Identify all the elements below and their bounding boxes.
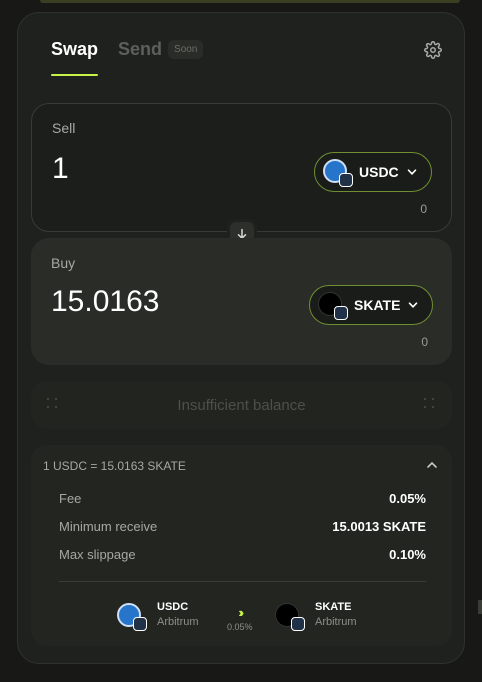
sell-amount-input[interactable]: 1 xyxy=(52,152,69,186)
detail-row-minimum-receive: Minimum receive 15.0013 SKATE xyxy=(59,519,426,534)
sell-label: Sell xyxy=(52,120,76,136)
insufficient-balance-label: Insufficient balance xyxy=(177,396,306,414)
scrollbar-edge xyxy=(478,600,482,614)
buy-card: Buy 15.0163 SKATE 0 xyxy=(31,238,452,365)
detail-row-fee: Fee 0.05% xyxy=(59,491,426,506)
sell-card: Sell 1 USDC 0 xyxy=(31,103,452,232)
insufficient-balance-button[interactable]: Insufficient balance xyxy=(31,381,452,429)
detail-value: 0.05% xyxy=(389,491,426,506)
tab-swap[interactable]: Swap xyxy=(51,39,99,76)
detail-key: Max slippage xyxy=(59,547,136,562)
route-to-symbol: SKATE xyxy=(315,601,352,613)
double-chevron-right-icon: ›› xyxy=(238,605,243,620)
swap-details: 1 USDC = 15.0163 SKATE Fee 0.05% Minimum… xyxy=(31,445,452,646)
arbitrum-badge-icon xyxy=(334,306,348,320)
divider xyxy=(59,581,426,582)
sell-token-selector[interactable]: USDC xyxy=(314,152,432,192)
detail-value: 15.0013 SKATE xyxy=(332,519,426,534)
exchange-rate: 1 USDC = 15.0163 SKATE xyxy=(43,459,186,473)
chevron-down-icon xyxy=(407,169,416,175)
buy-balance: 0 xyxy=(421,335,428,349)
buy-label: Buy xyxy=(51,255,76,271)
detail-key: Minimum receive xyxy=(59,519,158,534)
tab-send[interactable]: Send xyxy=(118,39,162,76)
detail-value: 0.10% xyxy=(389,547,426,562)
swap-panel: Swap Send Soon Sell 1 USDC 0 Buy 15.0163 xyxy=(17,12,465,664)
sell-balance: 0 xyxy=(420,202,427,216)
chevron-up-icon[interactable] xyxy=(426,459,438,471)
sell-token-label: USDC xyxy=(359,164,399,180)
chevron-down-icon xyxy=(409,302,418,308)
skate-token-icon xyxy=(318,290,348,320)
route-fee: 0.05% xyxy=(227,622,253,632)
tab-bar: Swap Send Soon xyxy=(51,39,204,76)
arbitrum-badge-icon xyxy=(291,617,305,631)
skate-token-icon xyxy=(275,601,305,631)
buy-amount: 15.0163 xyxy=(51,285,160,318)
route-from: USDC Arbitrum xyxy=(117,601,199,631)
soon-badge: Soon xyxy=(168,40,204,59)
dots-icon xyxy=(47,398,59,410)
gear-icon[interactable] xyxy=(424,41,442,59)
arbitrum-badge-icon xyxy=(133,617,147,631)
usdc-token-icon xyxy=(323,157,353,187)
route-from-network: Arbitrum xyxy=(157,616,199,628)
route-from-symbol: USDC xyxy=(157,601,189,613)
route-connector: ›› 0.05% xyxy=(227,605,253,632)
detail-key: Fee xyxy=(59,491,82,506)
route-to-network: Arbitrum xyxy=(315,616,357,628)
dots-icon xyxy=(424,398,436,410)
route-to: SKATE Arbitrum xyxy=(275,601,357,631)
top-edge-highlight xyxy=(40,0,460,3)
arbitrum-badge-icon xyxy=(339,173,353,187)
buy-token-selector[interactable]: SKATE xyxy=(309,285,434,325)
buy-token-label: SKATE xyxy=(354,297,401,313)
detail-row-max-slippage: Max slippage 0.10% xyxy=(59,547,426,562)
usdc-token-icon xyxy=(117,601,147,631)
